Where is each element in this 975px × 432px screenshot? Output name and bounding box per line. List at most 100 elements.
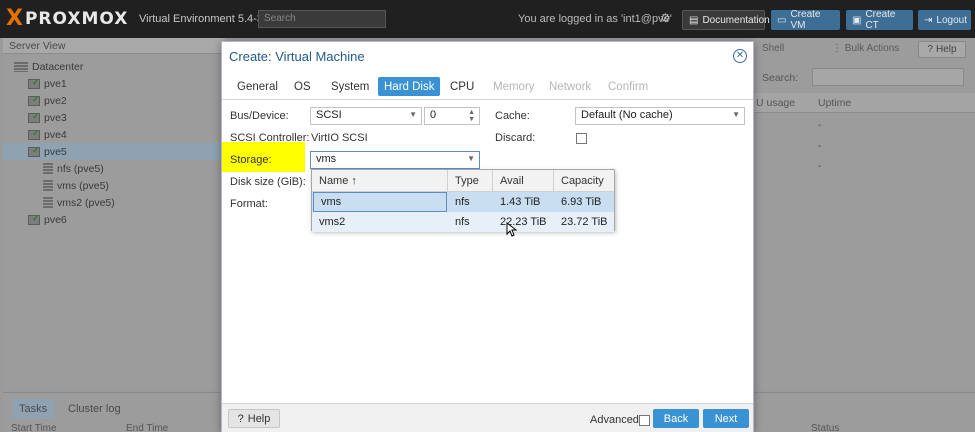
bulk-actions-button[interactable]: ⋮ Bulk Actions [832,43,899,54]
cache-select[interactable]: Default (No cache) ▼ [575,107,745,125]
create-ct-label: Create CT [865,9,896,31]
table-row[interactable]: vms nfs 1.43 TiB 6.93 TiB [312,192,614,212]
storage-type-cell: nfs [455,216,470,228]
help-icon: ? [927,44,933,55]
tree-node-pve4[interactable]: ✓ pve4 [28,126,67,143]
content-search-label: Search: [762,72,799,84]
tree-label: pve4 [44,128,67,141]
server-view-select[interactable]: Server View [3,38,225,54]
create-vm-button[interactable]: ▭ Create VM [771,9,840,31]
top-bar: X PROXMOX Virtual Environment 5.4-3 Sear… [0,0,975,38]
avail-column-header[interactable]: Avail [493,170,554,192]
name-column-header[interactable]: Name ↑ [312,170,448,192]
tree-node-pve1[interactable]: ✓ pve1 [28,75,67,92]
discard-checkbox[interactable] [576,133,587,144]
chevron-down-icon: ▼ [732,110,740,119]
advanced-checkbox[interactable] [639,415,650,426]
storage-dropdown-grid: Name ↑ Type Avail Capacity vms nfs 1.43 … [311,169,615,232]
end-time-column[interactable]: End Time [126,423,168,432]
tab-general[interactable]: General [231,77,284,96]
cpu-usage-column[interactable]: U usage [756,97,795,109]
datacenter-icon [14,61,28,72]
tree-node-pve6[interactable]: ✓ pve6 [28,211,67,228]
dialog-help-button[interactable]: ? Help [228,409,280,428]
storage-type-cell: nfs [455,196,470,208]
documentation-button[interactable]: ▤ Documentation [682,10,770,30]
shell-button[interactable]: Shell [762,43,784,54]
content-search-input[interactable] [812,68,964,86]
storage-name-cell: vms2 [319,216,346,228]
table-row[interactable]: vms2 nfs 22.23 TiB 23.72 TiB [312,212,614,232]
tab-system[interactable]: System [325,77,375,96]
tree-label: pve3 [44,111,67,124]
start-time-column[interactable]: Start Time [11,423,57,432]
help-label: Help [247,412,271,425]
cube-icon: ▣ [852,14,862,26]
bulk-actions-label: Bulk Actions [844,43,900,54]
tab-os[interactable]: OS [288,77,317,96]
create-vm-dialog: Create: Virtual Machine ✕ General OS Sys… [221,41,754,432]
tree-node-pve2[interactable]: ✓ pve2 [28,92,67,109]
logout-icon: ⇥ [924,14,933,26]
login-status: You are logged in as 'int1@pve' [518,13,672,25]
next-button[interactable]: Next [703,409,749,428]
stepper-arrows-icon: ▲ ▼ [468,109,475,123]
uptime-column[interactable]: Uptime [818,97,851,109]
documentation-label: Documentation [702,14,770,26]
bus-select[interactable]: SCSI ▼ [310,107,422,125]
tab-tasks[interactable]: Tasks [12,399,55,419]
tree-datacenter[interactable]: Datacenter [14,58,83,75]
server-icon: ✓ [28,213,40,225]
discard-label: Discard: [495,132,536,144]
server-icon: ✓ [28,145,40,157]
tree-storage-vms2[interactable]: vms2 (pve5) [43,194,115,211]
gear-icon[interactable]: ⚙ [660,11,671,25]
logout-button[interactable]: ⇥ Logout [918,10,971,30]
tab-cluster-log[interactable]: Cluster log [61,399,128,419]
storage-avail-cell: 1.43 TiB [500,196,541,208]
cache-label: Cache: [495,110,530,122]
server-icon: ✓ [28,128,40,140]
tree-node-pve5[interactable]: ✓ pve5 [3,143,222,160]
back-button[interactable]: Back [653,409,699,428]
tree-label: pve1 [44,77,67,90]
tab-hard-disk[interactable]: Hard Disk [378,77,441,96]
tab-confirm: Confirm [608,80,649,93]
storage-capacity-cell: 23.72 TiB [561,216,608,228]
tree-node-pve3[interactable]: ✓ pve3 [28,109,67,126]
search-input[interactable]: Search [258,10,386,28]
uptime-cell: - [818,120,822,131]
monitor-icon: ▭ [777,14,787,26]
storage-select[interactable]: vms ▼ [310,151,480,169]
storage-label: Storage: [230,154,272,166]
content-panel [753,38,975,390]
server-icon: ✓ [28,94,40,106]
create-vm-label: Create VM [790,9,821,31]
mouse-cursor-icon [506,222,518,237]
tree-storage-vms[interactable]: vms (pve5) [43,177,109,194]
tab-memory: Memory [493,80,535,93]
tab-cpu[interactable]: CPU [444,77,480,96]
advanced-label: Advanced [590,414,639,426]
format-label: Format: [230,198,268,210]
storage-icon [43,197,53,208]
scsi-controller-value: VirtIO SCSI [311,132,368,144]
tree-storage-nfs[interactable]: nfs (pve5) [43,160,104,177]
status-column[interactable]: Status [811,423,839,432]
book-icon: ▤ [689,14,699,26]
capacity-column-header[interactable]: Capacity [554,170,614,192]
wizard-tabs: General OS System Hard Disk CPU Memory N… [222,73,753,98]
content-help-button[interactable]: ? Help [918,41,966,58]
disk-size-label: Disk size (GiB): [230,176,306,188]
tree-label: nfs (pve5) [57,162,104,175]
type-column-header[interactable]: Type [448,170,493,192]
create-ct-button[interactable]: ▣ Create CT [846,9,913,31]
dialog-title: Create: Virtual Machine [229,49,365,64]
tab-network: Network [549,80,592,93]
storage-icon [43,180,53,191]
grid-header: Name ↑ Type Avail Capacity [312,170,614,192]
tree-label: pve2 [44,94,67,107]
device-number-stepper[interactable]: 0 ▲ ▼ [424,107,480,125]
close-icon[interactable]: ✕ [733,49,747,63]
proxmox-logo: X PROXMOX [6,8,128,30]
